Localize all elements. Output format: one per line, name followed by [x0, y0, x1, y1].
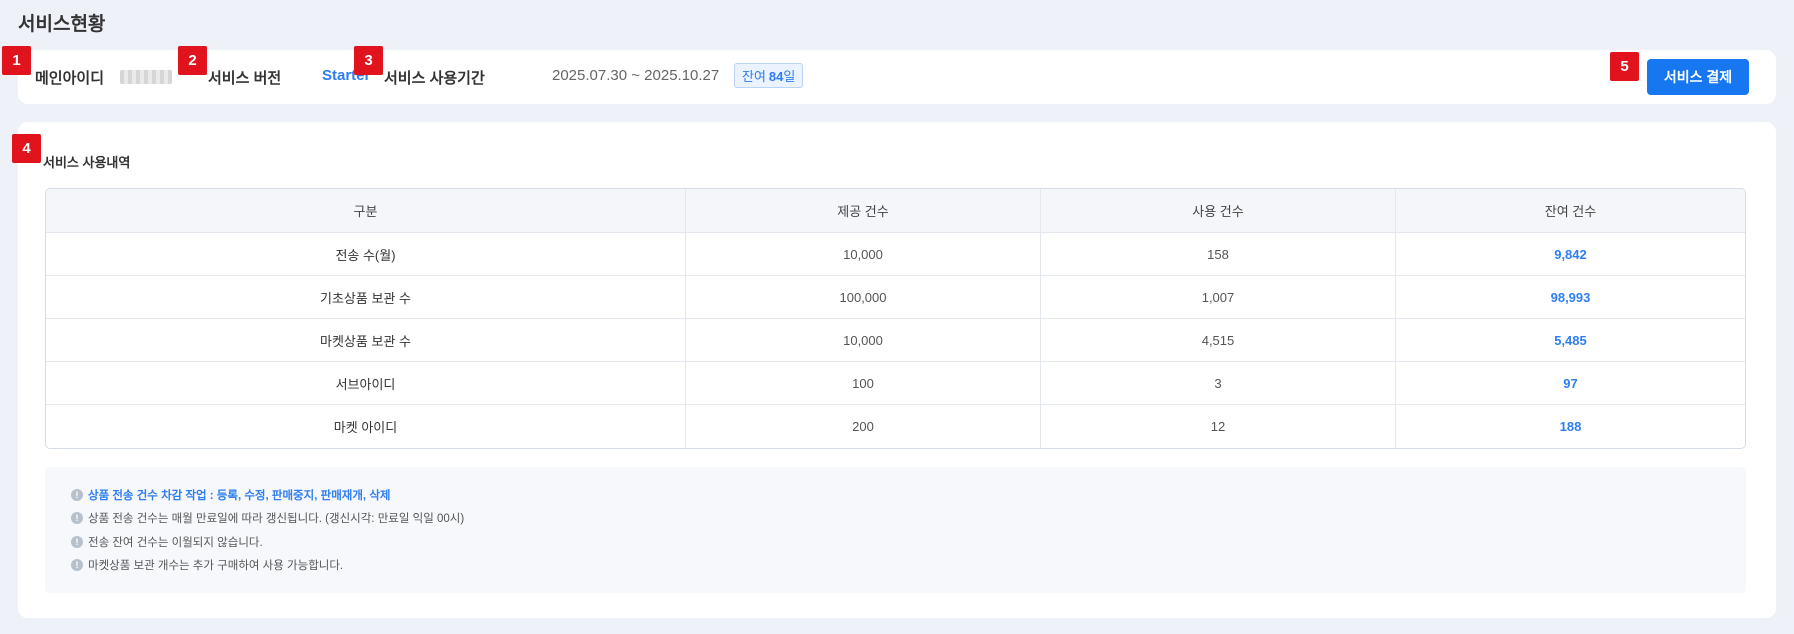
table-row: 전송 수(월) 10,000 158 9,842 [46, 233, 1745, 276]
service-payment-button[interactable]: 서비스 결제 [1647, 59, 1749, 95]
note-text: 상품 전송 건수 차감 작업 : 등록, 수정, 판매중지, 판매재개, 삭제 [88, 489, 391, 502]
row-provided: 10,000 [686, 319, 1041, 362]
row-remaining: 9,842 [1396, 233, 1745, 276]
table-row: 기초상품 보관 수 100,000 1,007 98,993 [46, 276, 1745, 319]
row-used: 12 [1041, 405, 1396, 448]
row-remaining: 97 [1396, 362, 1745, 405]
row-provided: 10,000 [686, 233, 1041, 276]
table-row: 마켓 아이디 200 12 188 [46, 405, 1745, 448]
remain-prefix: 잔여 [742, 69, 766, 84]
remain-suffix: 일 [783, 69, 796, 84]
period-value: 2025.07.30 ~ 2025.10.27 [552, 67, 720, 84]
table-row: 서브아이디 100 3 97 [46, 362, 1745, 405]
notes-box: ! 상품 전송 건수 차감 작업 : 등록, 수정, 판매중지, 판매재개, 삭… [45, 467, 1746, 593]
marker-2: 2 [178, 46, 207, 75]
main-id-value-masked [120, 70, 172, 84]
column-header-used: 사용 건수 [1041, 189, 1396, 233]
row-used: 158 [1041, 233, 1396, 276]
row-provided: 100 [686, 362, 1041, 405]
row-category: 서브아이디 [46, 362, 686, 405]
main-id-label: 메인아이디 [35, 70, 105, 87]
row-provided: 200 [686, 405, 1041, 448]
row-category: 전송 수(월) [46, 233, 686, 276]
version-label: 서비스 버전 [208, 70, 282, 87]
note-text: 마켓상품 보관 개수는 추가 구매하여 사용 가능합니다. [88, 560, 344, 573]
column-header-remaining: 잔여 건수 [1396, 189, 1745, 233]
note-item: ! 상품 전송 건수 차감 작업 : 등록, 수정, 판매중지, 판매재개, 삭… [71, 483, 1720, 507]
row-used: 3 [1041, 362, 1396, 405]
column-header-provided: 제공 건수 [686, 189, 1041, 233]
marker-5: 5 [1610, 52, 1639, 81]
column-header-category: 구분 [46, 189, 686, 233]
row-category: 마켓 아이디 [46, 405, 686, 448]
period-label: 서비스 사용기간 [384, 70, 485, 87]
note-item: ! 마켓상품 보관 개수는 추가 구매하여 사용 가능합니다. [71, 554, 1720, 578]
remain-days: 84 [768, 69, 784, 84]
usage-table: 구분 제공 건수 사용 건수 잔여 건수 전송 수(월) 10,000 158 … [45, 188, 1746, 449]
row-category: 기초상품 보관 수 [46, 276, 686, 319]
info-circle-icon: ! [71, 535, 83, 548]
note-text: 전송 잔여 건수는 이월되지 않습니다. [88, 536, 263, 549]
service-usage-card: 4 서비스 사용내역 구분 제공 건수 사용 건수 잔여 건수 전송 수(월) … [12, 122, 1776, 618]
note-text: 상품 전송 건수는 매월 만료일에 따라 갱신됩니다. (갱신시각: 만료일 익… [88, 513, 465, 526]
service-info-card: 1 메인아이디 2 서비스 버전 Starter 3 서비스 사용기간 2025… [2, 46, 1776, 104]
info-circle-icon: ! [71, 559, 83, 572]
page-title: 서비스현황 [18, 14, 106, 35]
usage-section-title: 서비스 사용내역 [43, 155, 131, 170]
info-circle-icon: ! [71, 512, 83, 525]
note-item: ! 전송 잔여 건수는 이월되지 않습니다. [71, 530, 1720, 554]
row-category: 마켓상품 보관 수 [46, 319, 686, 362]
marker-3: 3 [354, 46, 383, 75]
remain-days-badge: 잔여 84일 [734, 63, 804, 88]
note-item: ! 상품 전송 건수는 매월 만료일에 따라 갱신됩니다. (갱신시각: 만료일… [71, 507, 1720, 531]
row-remaining: 188 [1559, 419, 1582, 434]
row-remaining: 5,485 [1396, 319, 1745, 362]
table-header-row: 구분 제공 건수 사용 건수 잔여 건수 [46, 189, 1745, 233]
marker-4: 4 [12, 134, 41, 163]
info-circle-icon: ! [71, 488, 83, 501]
row-used: 4,515 [1041, 319, 1396, 362]
row-provided: 100,000 [686, 276, 1041, 319]
row-used: 1,007 [1041, 276, 1396, 319]
row-remaining: 98,993 [1396, 276, 1745, 319]
marker-1: 1 [2, 46, 31, 75]
table-row: 마켓상품 보관 수 10,000 4,515 5,485 [46, 319, 1745, 362]
